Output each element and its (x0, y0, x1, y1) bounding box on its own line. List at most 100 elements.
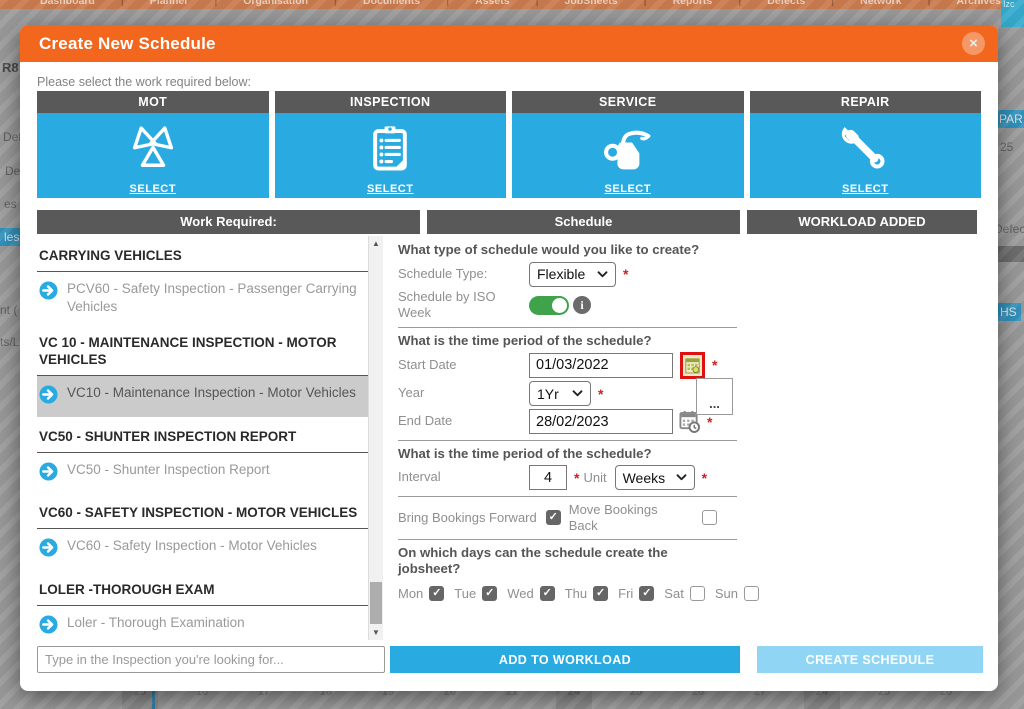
corner-badge: Izc (1001, 0, 1024, 27)
background-fragment: PAR (995, 110, 1024, 128)
work-list-item[interactable]: PCV60 - Safety Inspection - Passenger Ca… (37, 272, 368, 323)
required-asterisk: * (574, 469, 580, 486)
more-options-button[interactable]: ... (696, 378, 733, 415)
workload-added-header: WORKLOAD ADDED (747, 210, 977, 234)
service-oilcan-icon (512, 113, 744, 181)
work-list-item[interactable]: Loler - Thorough Examination (37, 606, 368, 640)
chevron-down-icon (597, 270, 608, 277)
create-schedule-button[interactable]: CREATE SCHEDULE (757, 646, 983, 673)
day-checkbox-sat[interactable] (689, 585, 705, 601)
work-required-list: CARRYING VEHICLES PCV60 - Safety Inspecti… (37, 236, 383, 640)
day-wed: Wed (507, 585, 555, 601)
work-list-items: CARRYING VEHICLES PCV60 - Safety Inspecti… (37, 236, 368, 640)
day-label: Mon (398, 585, 424, 601)
day-thu: Thu (564, 585, 609, 601)
inspection-clipboard-icon (275, 113, 507, 181)
background-fragment: R8 (2, 60, 19, 75)
work-type-tile-repair: REPAIR SELECT (749, 91, 982, 198)
background-fragment: Det (3, 130, 22, 144)
day-label: Thu (564, 585, 588, 601)
work-type-title: MOT (37, 91, 269, 113)
question-time-period: What is the time period of the schedule? (398, 332, 652, 348)
intro-text: Please select the work required below: (37, 75, 252, 92)
background-fragment: ts/L (0, 335, 20, 349)
day-checkbox-sun[interactable] (743, 585, 759, 601)
day-tue: Tue (454, 585, 498, 601)
nav-item-assets: Assets (475, 0, 510, 7)
unit-select[interactable]: Weeks (614, 465, 695, 490)
required-asterisk: * (707, 413, 713, 430)
work-item-label: PCV60 - Safety Inspection - Passenger Ca… (67, 281, 357, 314)
day-label: Sun (714, 585, 738, 601)
background-fragment: 25 (1000, 140, 1014, 154)
chevron-down-icon (676, 474, 686, 481)
interval-label: Interval (398, 469, 441, 485)
interval-input[interactable] (529, 465, 567, 490)
select-link-repair[interactable]: SELECT (750, 183, 982, 195)
question-days: On which days can the schedule create th… (398, 544, 668, 576)
top-nav-items: Dashboard | Planner | Organisation | Documents… (14, 0, 1024, 7)
work-group-header: VC50 - SHUNTER INSPECTION REPORT (37, 417, 368, 453)
list-scrollbar[interactable] (368, 236, 383, 640)
work-group-header: CARRYING VEHICLES (37, 236, 368, 272)
close-icon[interactable]: × (962, 32, 985, 55)
info-icon[interactable]: i (573, 296, 591, 315)
background-fragment: nt ( (0, 303, 18, 317)
nav-item-defects: Defects (767, 0, 806, 7)
work-type-tile-service: SERVICE SELECT (512, 91, 744, 198)
work-required-header: Work Required: (37, 210, 420, 234)
nav-item-network: Network (860, 0, 902, 7)
background-fragment: Defec (994, 222, 1024, 236)
dialog-title: Create New Schedule (39, 34, 216, 53)
scrollbar-thumb[interactable] (370, 582, 382, 624)
schedule-type-select[interactable]: Flexible (529, 261, 616, 287)
work-list-item-selected[interactable]: VC10 - Maintenance Inspection - Motor Ve… (37, 376, 368, 417)
day-checkbox-tue[interactable] (482, 585, 498, 601)
year-select[interactable]: 1Yr (529, 381, 591, 406)
move-bookings-back-checkbox[interactable] (702, 510, 717, 525)
start-date-label: Start Date (398, 356, 457, 372)
work-item-label: Loler - Thorough Examination (67, 614, 245, 630)
bring-bookings-forward-checkbox[interactable] (545, 510, 561, 525)
background-fragment: De (5, 164, 21, 178)
start-date-calendar-icon[interactable] (680, 351, 705, 379)
select-link-mot[interactable]: SELECT (37, 183, 269, 195)
iso-week-toggle[interactable] (529, 295, 569, 315)
required-asterisk: * (598, 385, 604, 402)
schedule-type-label: Schedule Type: (398, 265, 488, 281)
scroll-down-icon[interactable] (369, 625, 383, 640)
divider (398, 538, 737, 540)
select-link-service[interactable]: SELECT (512, 183, 744, 195)
question-interval: What is the time period of the schedule? (398, 445, 652, 461)
mot-triangles-icon (37, 113, 269, 181)
inspection-search-input[interactable] (37, 646, 385, 673)
day-checkbox-thu[interactable] (593, 585, 609, 601)
end-date-label: End Date (398, 413, 453, 429)
add-to-workload-button[interactable]: ADD TO WORKLOAD (390, 646, 740, 673)
work-item-label: VC60 - Safety Inspection - Motor Vehicle… (67, 538, 317, 554)
work-type-tiles: MOT SELECT INSPECTION SELECT SERVICE SEL… (37, 91, 981, 198)
nav-item-reports: Reports (672, 0, 713, 7)
work-group-header: VC 10 - MAINTENANCE INSPECTION - MOTOR V… (37, 323, 368, 377)
work-list-item[interactable]: VC60 - Safety Inspection - Motor Vehicle… (37, 529, 368, 570)
required-asterisk: * (623, 266, 629, 282)
end-date-input[interactable] (529, 409, 673, 434)
bring-bookings-forward-label: Bring Bookings Forward (398, 510, 537, 525)
day-sun: Sun (714, 585, 759, 601)
dialog-footer: ADD TO WORKLOAD CREATE SCHEDULE (37, 646, 983, 673)
start-date-input[interactable] (529, 352, 673, 378)
work-list-item[interactable]: VC50 - Shunter Inspection Report (37, 453, 368, 494)
required-asterisk: * (701, 469, 708, 486)
divider (398, 439, 737, 441)
scroll-up-icon[interactable] (369, 236, 383, 251)
workload-added-column (762, 238, 975, 642)
dialog-header: Create New Schedule × (20, 25, 998, 62)
day-checkbox-mon[interactable] (429, 585, 445, 601)
day-mon: Mon (398, 585, 445, 601)
select-link-inspection[interactable]: SELECT (275, 183, 507, 195)
work-item-label: VC50 - Shunter Inspection Report (67, 461, 270, 477)
arrow-right-circle-icon (39, 281, 58, 305)
day-checkbox-fri[interactable] (639, 585, 655, 601)
schedule-header: Schedule (427, 210, 740, 234)
day-checkbox-wed[interactable] (539, 585, 555, 601)
